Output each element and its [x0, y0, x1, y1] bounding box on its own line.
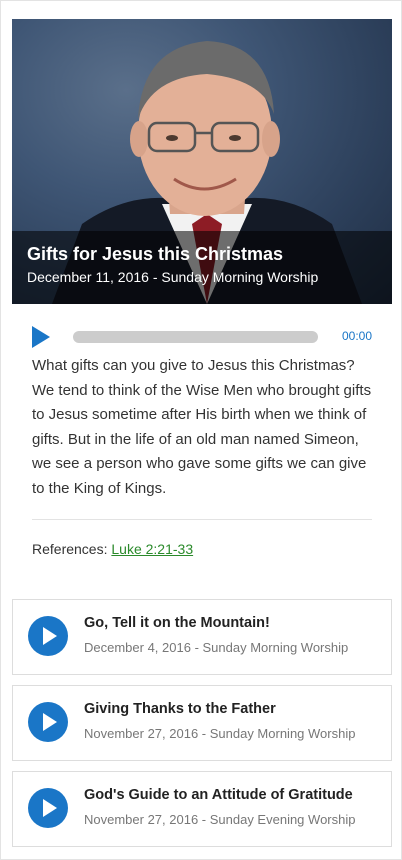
play-icon[interactable]: [28, 702, 68, 742]
reference-link[interactable]: Luke 2:21-33: [111, 541, 193, 557]
sermon-meta: December 4, 2016 - Sunday Morning Worshi…: [84, 640, 349, 655]
sermon-title[interactable]: Go, Tell it on the Mountain!: [84, 615, 270, 631]
sermon-widget: Gifts for Jesus this Christmas December …: [0, 0, 402, 860]
play-icon[interactable]: [28, 788, 68, 828]
audio-player: 00:00: [32, 326, 372, 348]
sermon-meta: November 27, 2016 - Sunday Morning Worsh…: [84, 726, 356, 741]
sermon-title[interactable]: Giving Thanks to the Father: [84, 701, 276, 717]
divider: [32, 519, 372, 520]
references-label: References:: [32, 541, 108, 557]
play-icon[interactable]: [32, 326, 50, 348]
featured-sermon-image: Gifts for Jesus this Christmas December …: [12, 19, 392, 304]
play-icon[interactable]: [28, 616, 68, 656]
featured-caption: Gifts for Jesus this Christmas December …: [12, 231, 392, 304]
sermon-card[interactable]: Go, Tell it on the Mountain! December 4,…: [12, 599, 392, 675]
audio-progress-bar[interactable]: [73, 331, 318, 343]
featured-sermon-title: Gifts for Jesus this Christmas: [27, 244, 284, 264]
featured-sermon-date: December 11, 2016 - Sunday Morning Worsh…: [27, 269, 319, 285]
audio-time: 00:00: [341, 329, 372, 343]
sermon-card[interactable]: God's Guide to an Attitude of Gratitude …: [12, 771, 392, 847]
sermon-card[interactable]: Giving Thanks to the Father November 27,…: [12, 685, 392, 761]
references: References: Luke 2:21-33: [32, 541, 193, 557]
sermon-description: What gifts can you give to Jesus this Ch…: [32, 357, 372, 497]
sermon-meta: November 27, 2016 - Sunday Evening Worsh…: [84, 812, 356, 827]
sermon-title[interactable]: God's Guide to an Attitude of Gratitude: [84, 787, 353, 803]
